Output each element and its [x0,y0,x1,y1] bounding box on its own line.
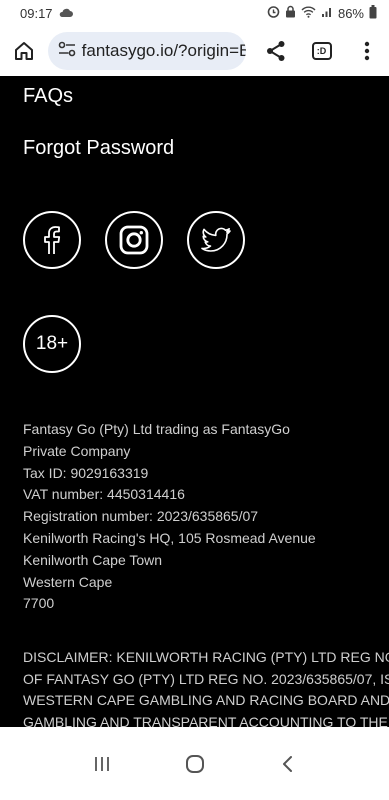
company-info: Fantasy Go (Pty) Ltd trading as FantasyG… [23,419,316,615]
instagram-icon [119,225,149,255]
page-footer: FAQs Forgot Password 18+ Fantasy Go (Pty… [0,76,389,727]
company-line: Kenilworth Racing's HQ, 105 Rosmead Aven… [23,529,316,546]
disclaimer: DISCLAIMER: KENILWORTH RACING (PTY) LTD … [23,647,389,727]
disclaimer-line: GAMBLING AND TRANSPARENT ACCOUNTING TO T… [23,713,389,728]
tabs-count: :D [311,42,332,60]
faqs-link[interactable]: FAQs [23,85,73,108]
recents-icon [94,756,109,771]
status-time: 09:17 [20,5,53,21]
twitter-button[interactable] [187,211,245,269]
facebook-button[interactable] [23,211,81,269]
company-line: Registration number: 2023/635865/07 [23,508,259,525]
home-nav-icon [185,754,204,773]
url-text: fantasygo.io/?origin=B [81,41,247,60]
more-menu-button[interactable] [345,29,389,73]
company-line: VAT number: 4450314416 [23,486,185,503]
disclaimer-line: WESTERN CAPE GAMBLING AND RACING BOARD A… [23,692,389,708]
company-line: Tax ID: 9029163319 [23,464,149,481]
home-nav-button[interactable] [175,744,215,784]
site-settings-icon[interactable] [58,41,76,62]
recents-button[interactable] [82,744,122,784]
company-line: Fantasy Go (Pty) Ltd trading as FantasyG… [23,421,290,437]
forgot-password-link[interactable]: Forgot Password [23,137,174,160]
battery-percent: 86% [337,5,364,21]
system-nav-bar [0,727,389,800]
company-line: Western Cape [23,573,113,590]
company-line: Kenilworth Cape Town [23,551,163,568]
facebook-icon [44,226,61,254]
more-vert-icon [364,41,370,61]
social-links [23,211,245,269]
instagram-button[interactable] [105,211,163,269]
tabs-button[interactable]: :D [300,29,344,73]
company-line: Private Company [23,442,131,459]
lock-icon [285,5,296,21]
twitter-icon [201,227,231,252]
disclaimer-line: DISCLAIMER: KENILWORTH RACING (PTY) LTD … [23,649,389,665]
share-icon [266,41,285,61]
status-bar: 09:17 86% [0,0,389,26]
home-button[interactable] [2,29,46,73]
alarm-icon [267,5,280,21]
signal-icon [321,6,333,21]
battery-icon [369,4,377,22]
browser-toolbar: fantasygo.io/?origin=B :D [0,26,389,76]
home-icon [14,42,33,60]
wifi-icon [301,6,316,21]
disclaimer-line: OF FANTASY GO (PTY) LTD REG NO. 2023/635… [23,670,389,687]
age-restriction-badge: 18+ [23,315,81,373]
back-button[interactable] [268,744,308,784]
share-button[interactable] [254,29,298,73]
url-field[interactable]: fantasygo.io/?origin=B [47,32,247,70]
back-icon [282,755,292,772]
company-line: 7700 [23,595,55,612]
cloud-icon [59,6,73,21]
